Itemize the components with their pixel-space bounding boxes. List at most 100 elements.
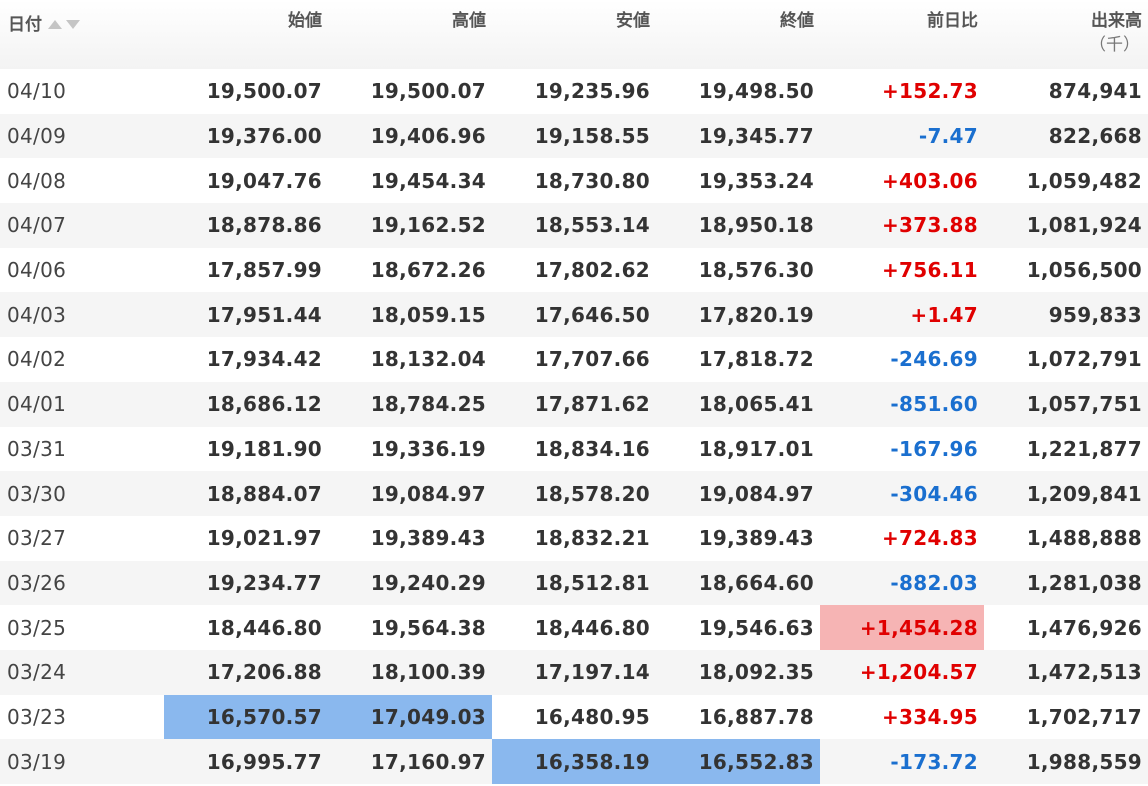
- cell-volume: 822,668: [984, 113, 1148, 159]
- cell-high: 17,049.03: [328, 694, 492, 740]
- cell-close: 18,664.60: [656, 560, 820, 606]
- table-row[interactable]: 04/10 19,500.07 19,500.07 19,235.96 19,498.5…: [0, 69, 1148, 114]
- cell-close: 18,917.01: [698, 436, 814, 461]
- cell-open: 18,686.12: [164, 381, 328, 427]
- cell-open: 18,878.86: [164, 203, 328, 248]
- column-header-low: 安値: [492, 0, 656, 69]
- table-row[interactable]: 03/23 16,570.57 17,049.03 16,480.95 16,887.7…: [0, 694, 1148, 740]
- cell-high: 19,084.97: [328, 471, 492, 516]
- column-header-volume: 出来高 （千）: [984, 0, 1148, 69]
- table-row[interactable]: 03/25 18,446.80 19,564.38 18,446.80 19,546.6…: [0, 605, 1148, 650]
- column-header-date[interactable]: 日付: [0, 0, 164, 69]
- cell-date: 03/31: [7, 436, 67, 461]
- cell-low: 19,158.55: [492, 113, 656, 159]
- cell-change: +403.06: [881, 168, 978, 193]
- table-row[interactable]: 03/31 19,181.90 19,336.19 18,834.16 18,917.0…: [0, 427, 1148, 472]
- cell-low: 17,646.50: [492, 292, 656, 338]
- table-row[interactable]: 04/07 18,878.86 19,162.52 18,553.14 18,950.1…: [0, 203, 1148, 248]
- cell-open: 18,446.80: [206, 615, 322, 640]
- cell-close: 19,345.77: [656, 113, 820, 159]
- cell-date: 04/03: [0, 292, 164, 338]
- cell-high: 18,672.26: [370, 258, 486, 283]
- cell-low: 19,235.96: [534, 79, 650, 104]
- column-header-close-label: 終値: [780, 11, 814, 30]
- table-row[interactable]: 04/06 17,857.99 18,672.26 17,802.62 18,576.3…: [0, 248, 1148, 293]
- cell-volume: 1,059,482: [1026, 168, 1142, 193]
- table-header-row: 日付 始値 高値 安値 終値 前日比 出来高 （千）: [0, 0, 1148, 69]
- cell-close: 16,887.78: [698, 704, 814, 729]
- cell-open: 17,857.99: [206, 258, 322, 283]
- cell-open: 19,500.07: [206, 79, 322, 104]
- cell-open: 19,047.76: [206, 168, 322, 193]
- cell-close: 18,092.35: [656, 649, 820, 695]
- cell-open: 19,234.77: [164, 560, 328, 606]
- column-header-volume-label: 出来高: [1091, 11, 1142, 30]
- cell-close: 17,820.19: [656, 292, 820, 338]
- cell-open: 17,951.44: [164, 292, 328, 338]
- table-body: 04/10 19,500.07 19,500.07 19,235.96 19,498.5…: [0, 69, 1148, 784]
- table-row[interactable]: 04/03 17,951.44 18,059.15 17,646.50 17,820.1…: [0, 292, 1148, 338]
- price-history-table: 日付 始値 高値 安値 終値 前日比 出来高 （千） 04/10 19,500.07…: [0, 0, 1148, 784]
- cell-date: 04/09: [0, 113, 164, 159]
- cell-low: 18,832.21: [534, 526, 650, 551]
- cell-close: 19,389.43: [698, 526, 814, 551]
- cell-low: 16,358.19: [492, 739, 656, 784]
- cell-high: 19,240.29: [328, 560, 492, 606]
- table-row[interactable]: 03/19 16,995.77 17,160.97 16,358.19 16,552.8…: [0, 739, 1148, 784]
- cell-volume: 1,281,038: [984, 560, 1148, 606]
- sort-controls[interactable]: [48, 14, 84, 34]
- cell-high: 18,132.04: [370, 347, 486, 372]
- column-header-low-label: 安値: [616, 11, 650, 30]
- cell-change: +1.47: [820, 292, 984, 338]
- sort-descending-icon[interactable]: [66, 20, 80, 29]
- table-row[interactable]: 04/02 17,934.42 18,132.04 17,707.66 17,818.7…: [0, 337, 1148, 382]
- cell-high: 17,160.97: [328, 739, 492, 784]
- cell-close: 19,546.63: [698, 615, 814, 640]
- cell-low: 18,834.16: [534, 436, 650, 461]
- cell-close: 18,065.41: [656, 381, 820, 427]
- cell-low: 17,802.62: [534, 258, 650, 283]
- table-row[interactable]: 03/24 17,206.88 18,100.39 17,197.14 18,092.3…: [0, 649, 1148, 695]
- table-row[interactable]: 03/27 19,021.97 19,389.43 18,832.21 19,389.4…: [0, 516, 1148, 561]
- cell-date: 03/30: [0, 471, 164, 516]
- cell-open: 19,181.90: [206, 436, 322, 461]
- cell-date: 03/26: [0, 560, 164, 606]
- cell-volume: 1,057,751: [984, 381, 1148, 427]
- cell-close: 18,950.18: [656, 203, 820, 248]
- cell-high: 19,336.19: [370, 436, 486, 461]
- cell-open: 16,995.77: [164, 739, 328, 784]
- cell-change: -246.69: [890, 347, 978, 372]
- cell-low: 17,871.62: [492, 381, 656, 427]
- cell-high: 19,500.07: [370, 79, 486, 104]
- cell-high: 18,784.25: [328, 381, 492, 427]
- cell-change: +152.73: [881, 79, 978, 104]
- cell-low: 16,480.95: [534, 704, 650, 729]
- table-row[interactable]: 03/26 19,234.77 19,240.29 18,512.81 18,664.6…: [0, 560, 1148, 606]
- cell-low: 18,446.80: [534, 615, 650, 640]
- cell-close: 17,818.72: [698, 347, 814, 372]
- cell-open: 18,884.07: [164, 471, 328, 516]
- cell-volume: 1,056,500: [1026, 258, 1142, 283]
- table-row[interactable]: 04/01 18,686.12 18,784.25 17,871.62 18,065.4…: [0, 381, 1148, 427]
- cell-close: 19,498.50: [698, 79, 814, 104]
- cell-open: 17,206.88: [164, 649, 328, 695]
- cell-close: 18,576.30: [698, 258, 814, 283]
- table-row[interactable]: 04/08 19,047.76 19,454.34 18,730.80 19,353.2…: [0, 158, 1148, 203]
- column-header-change-label: 前日比: [927, 11, 978, 30]
- cell-volume: 1,988,559: [984, 739, 1148, 784]
- cell-low: 18,578.20: [492, 471, 656, 516]
- cell-change: +1,454.28: [820, 605, 984, 650]
- column-header-date-label: 日付: [8, 15, 42, 34]
- cell-volume: 1,081,924: [984, 203, 1148, 248]
- cell-low: 18,512.81: [492, 560, 656, 606]
- table-row[interactable]: 03/30 18,884.07 19,084.97 18,578.20 19,084.9…: [0, 471, 1148, 516]
- table-row[interactable]: 04/09 19,376.00 19,406.96 19,158.55 19,345.7…: [0, 113, 1148, 159]
- cell-volume: 1,488,888: [1026, 526, 1142, 551]
- cell-change: -882.03: [820, 560, 984, 606]
- cell-date: 03/27: [7, 526, 67, 551]
- column-header-high: 高値: [328, 0, 492, 69]
- sort-ascending-icon[interactable]: [48, 20, 62, 29]
- cell-volume: 1,702,717: [1026, 704, 1142, 729]
- cell-close: 19,084.97: [656, 471, 820, 516]
- cell-high: 19,406.96: [328, 113, 492, 159]
